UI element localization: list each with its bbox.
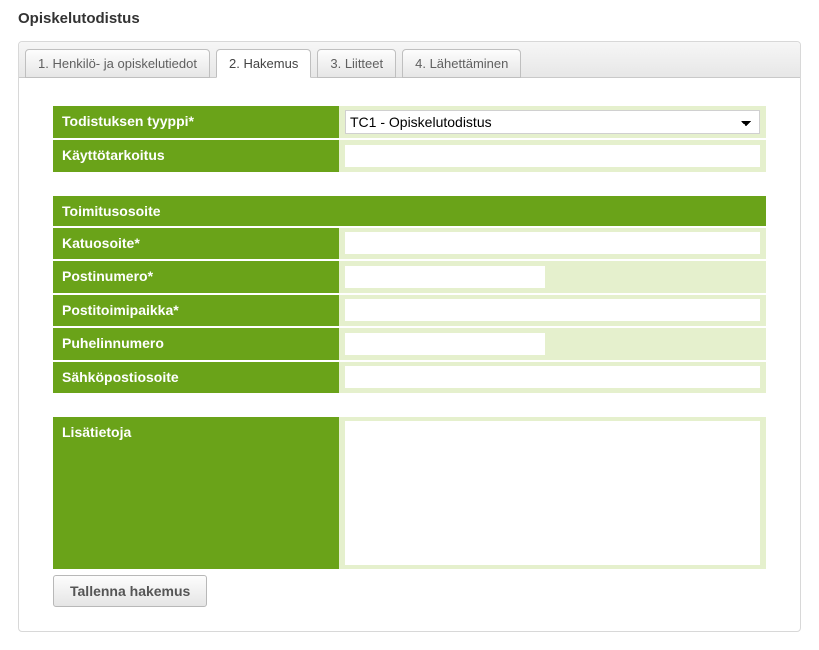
label-katuosoite: Katuosoite* [53, 228, 339, 260]
input-postitoimipaikka[interactable] [345, 299, 760, 321]
row-puhelinnumero: Puhelinnumero [53, 328, 766, 360]
cell-postitoimipaikka [339, 295, 766, 327]
label-todistuksen-tyyppi: Todistuksen tyyppi* [53, 106, 339, 138]
input-postinumero[interactable] [345, 266, 545, 288]
cell-todistuksen-tyyppi: TC1 - Opiskelutodistus [339, 106, 766, 138]
section-header-toimitusosoite: Toimitusosoite [53, 196, 766, 226]
row-postitoimipaikka: Postitoimipaikka* [53, 295, 766, 327]
select-todistuksen-tyyppi[interactable]: TC1 - Opiskelutodistus [345, 110, 760, 134]
tab-hakemus[interactable]: 2. Hakemus [216, 49, 311, 78]
tab-lahettaminen[interactable]: 4. Lähettäminen [402, 49, 521, 78]
label-sahkopostiosoite: Sähköpostiosoite [53, 362, 339, 394]
tab-henkilo-ja-opiskelutiedot[interactable]: 1. Henkilö- ja opiskelutiedot [25, 49, 210, 78]
input-sahkopostiosoite[interactable] [345, 366, 760, 388]
spacer [53, 174, 766, 196]
cell-sahkopostiosoite [339, 362, 766, 394]
tallenna-hakemus-button[interactable]: Tallenna hakemus [53, 575, 207, 607]
row-kayttotarkoitus: Käyttötarkoitus [53, 140, 766, 172]
label-kayttotarkoitus: Käyttötarkoitus [53, 140, 339, 172]
row-lisatietoja: Lisätietoja [53, 417, 766, 569]
row-postinumero: Postinumero* [53, 261, 766, 293]
tab-liitteet[interactable]: 3. Liitteet [317, 49, 396, 78]
button-row: Tallenna hakemus [53, 575, 766, 607]
tabs-container: 1. Henkilö- ja opiskelutiedot 2. Hakemus… [18, 41, 801, 632]
cell-puhelinnumero [339, 328, 766, 360]
label-postitoimipaikka: Postitoimipaikka* [53, 295, 339, 327]
input-puhelinnumero[interactable] [345, 333, 545, 355]
label-postinumero: Postinumero* [53, 261, 339, 293]
input-katuosoite[interactable] [345, 232, 760, 254]
spacer [53, 395, 766, 417]
row-sahkopostiosoite: Sähköpostiosoite [53, 362, 766, 394]
label-puhelinnumero: Puhelinnumero [53, 328, 339, 360]
label-lisatietoja: Lisätietoja [53, 417, 339, 569]
cell-postinumero [339, 261, 766, 293]
row-todistuksen-tyyppi: Todistuksen tyyppi* TC1 - Opiskelutodist… [53, 106, 766, 138]
cell-katuosoite [339, 228, 766, 260]
tab-panel-hakemus: Todistuksen tyyppi* TC1 - Opiskelutodist… [19, 78, 800, 631]
tabs-bar: 1. Henkilö- ja opiskelutiedot 2. Hakemus… [19, 42, 800, 78]
input-kayttotarkoitus[interactable] [345, 145, 760, 167]
page-title: Opiskelutodistus [18, 10, 801, 27]
cell-lisatietoja [339, 417, 766, 569]
row-katuosoite: Katuosoite* [53, 228, 766, 260]
cell-kayttotarkoitus [339, 140, 766, 172]
textarea-lisatietoja[interactable] [345, 421, 760, 565]
